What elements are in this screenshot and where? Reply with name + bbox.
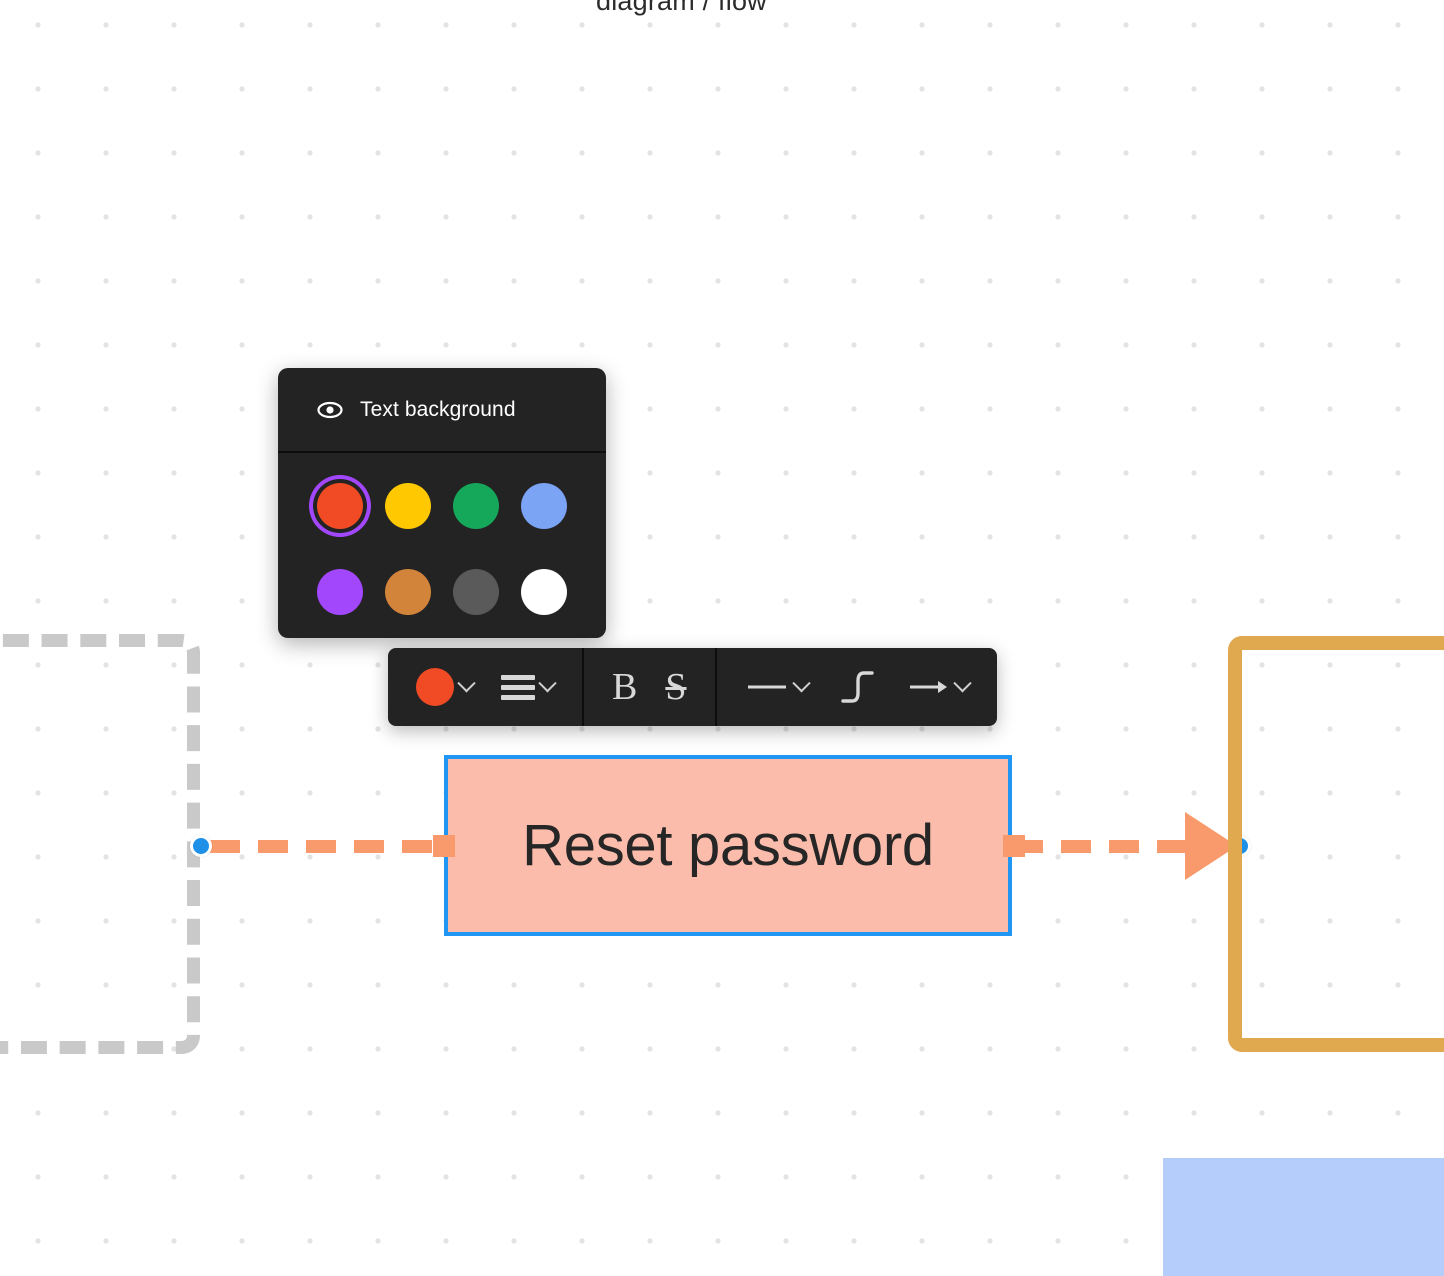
popover-title: Text background: [360, 397, 516, 421]
color-swatch-grid: [278, 453, 606, 623]
align-lines-icon: [501, 674, 535, 700]
diagram-canvas[interactable]: diagram / flow rt E Reset password Text …: [0, 0, 1444, 1276]
resize-handle-west[interactable]: [433, 835, 455, 857]
line-type-button[interactable]: [731, 648, 822, 726]
color-circle-icon: [521, 483, 567, 529]
arrow-end-button[interactable]: [892, 648, 983, 726]
arrow-right-icon: [909, 681, 947, 693]
eye-icon[interactable]: [316, 400, 344, 420]
color-swatch-green[interactable]: [445, 475, 507, 537]
text-background-color-popover[interactable]: Text background: [278, 368, 606, 638]
clipped-top-text: diagram / flow: [596, 0, 767, 16]
toolbar-group-text-style: B S: [584, 648, 715, 726]
toolbar-group-color-align: [388, 648, 582, 726]
format-toolbar[interactable]: B S: [388, 648, 997, 726]
color-circle-icon: [521, 569, 567, 615]
chevron-down-icon: [952, 673, 972, 692]
color-swatch-gray[interactable]: [445, 561, 507, 623]
text-color-swatch-button[interactable]: [402, 648, 487, 726]
color-circle-icon: [317, 569, 363, 615]
blue-node[interactable]: E: [1163, 1158, 1444, 1276]
selected-text-node[interactable]: Reset password: [444, 755, 1012, 936]
line-icon: [747, 685, 786, 689]
edge-segment-left[interactable]: [210, 840, 445, 853]
color-circle-icon: [317, 483, 363, 529]
strikethrough-icon: S: [665, 666, 687, 708]
edge-endpoint-source-handle[interactable]: [190, 835, 212, 857]
orange-outline-node[interactable]: [1228, 636, 1444, 1052]
color-swatch-white[interactable]: [513, 561, 575, 623]
step-curve-icon: [840, 671, 874, 703]
group-node-dashed[interactable]: [0, 634, 200, 1054]
color-circle-icon: [385, 483, 431, 529]
popover-header: Text background: [278, 368, 606, 453]
color-circle-icon: [453, 483, 499, 529]
color-swatch-red[interactable]: [309, 475, 371, 537]
chevron-down-icon: [538, 673, 557, 692]
text-align-button[interactable]: [487, 648, 568, 726]
color-swatch-yellow[interactable]: [377, 475, 439, 537]
toolbar-group-line-style: [717, 648, 997, 726]
resize-handle-east[interactable]: [1003, 835, 1025, 857]
strikethrough-button[interactable]: S: [651, 648, 700, 726]
chevron-down-icon: [457, 673, 476, 692]
color-swatch-blue[interactable]: [513, 475, 575, 537]
bold-button[interactable]: B: [598, 648, 651, 726]
color-swatch-purple[interactable]: [309, 561, 371, 623]
color-circle-icon: [453, 569, 499, 615]
color-circle-icon: [416, 668, 454, 706]
color-swatch-amber[interactable]: [377, 561, 439, 623]
edge-curve-button[interactable]: [822, 648, 892, 726]
bold-icon: B: [612, 666, 638, 708]
edge-segment-right[interactable]: [1013, 840, 1193, 853]
text-node-label: Reset password: [522, 813, 934, 878]
color-circle-icon: [385, 569, 431, 615]
chevron-down-icon: [791, 673, 811, 692]
